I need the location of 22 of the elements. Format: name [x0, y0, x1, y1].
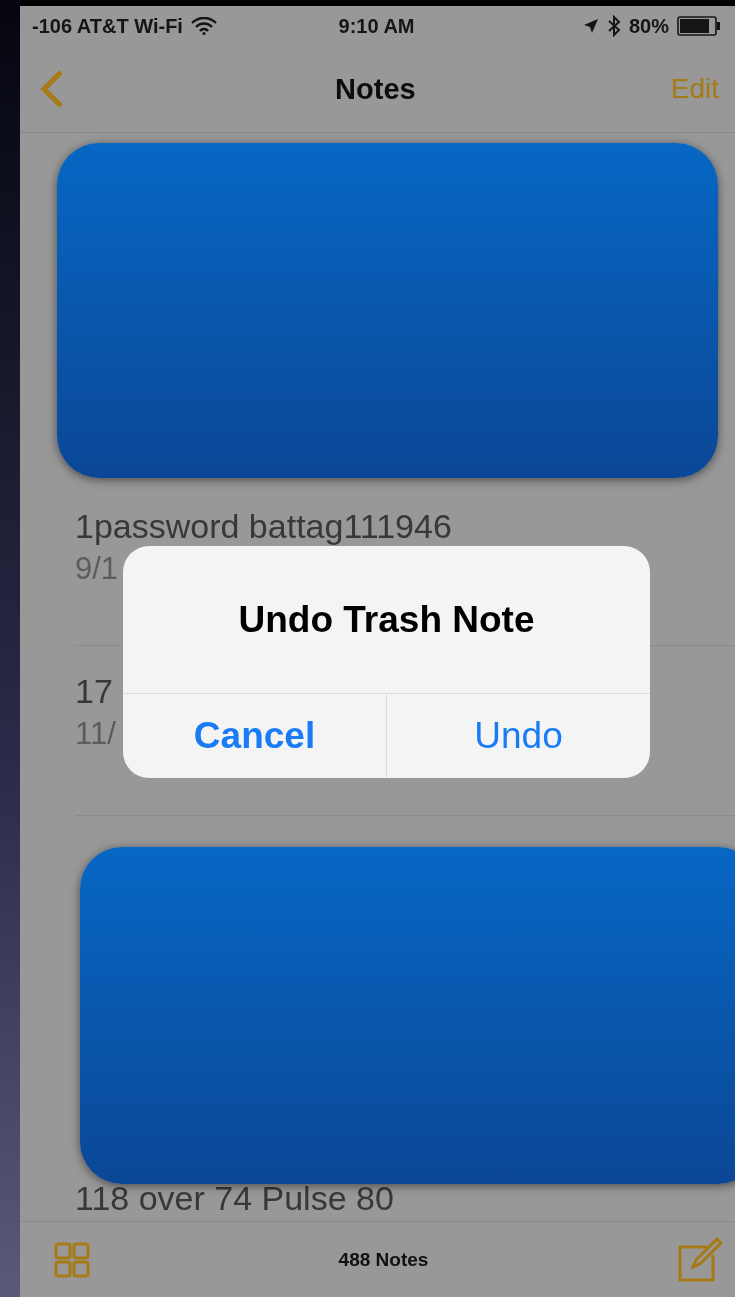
nav-title: Notes: [334, 72, 417, 106]
alert-button[interactable]: Cancel: [123, 694, 386, 778]
alert-button[interactable]: Undo: [386, 694, 650, 778]
battery-icon: [677, 16, 721, 36]
note-date: 9/1: [75, 550, 119, 587]
alert-title: Undo Trash Note: [123, 546, 650, 694]
wifi-icon: [190, 17, 217, 35]
note-title[interactable]: 118 over 74 Pulse 80: [75, 1181, 394, 1217]
compose-icon: [677, 1236, 723, 1283]
grid-icon: [54, 1241, 90, 1278]
bluetooth-icon: [607, 15, 621, 37]
compose-button[interactable]: [677, 1236, 723, 1283]
back-chevron-icon: [40, 69, 64, 109]
clock-text: 9:10 AM: [338, 14, 415, 38]
notes-count: 488 Notes: [338, 1248, 429, 1271]
battery-text: 80%: [629, 14, 669, 38]
gallery-button[interactable]: [54, 1241, 90, 1278]
note-title[interactable]: 17: [75, 674, 113, 710]
carrier-text: -106 AT&T Wi-Fi: [32, 14, 183, 38]
note-title[interactable]: 1password battag111946: [75, 509, 452, 545]
location-icon: [583, 18, 599, 34]
note-date: 11/: [75, 715, 116, 752]
